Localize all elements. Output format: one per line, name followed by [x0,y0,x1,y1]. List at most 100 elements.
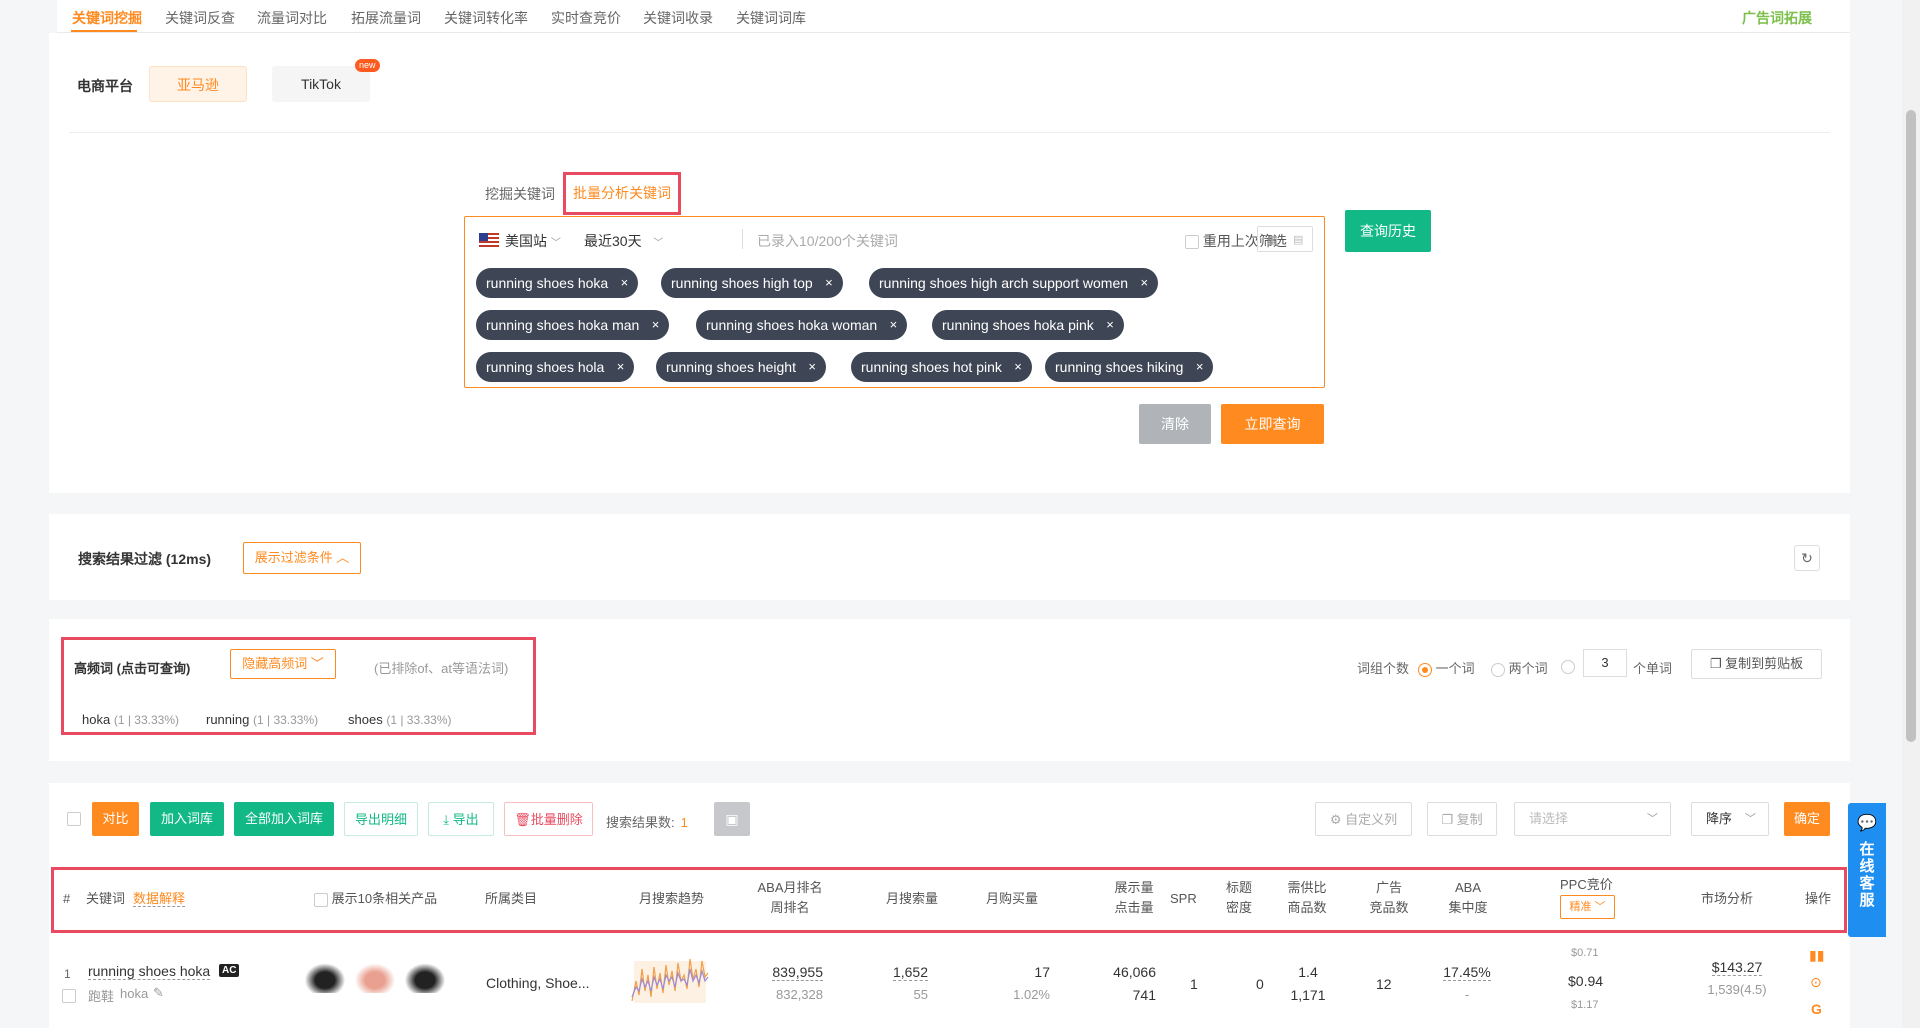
radio-icon[interactable] [1491,662,1505,677]
submit-query-button[interactable]: 立即查询 [1221,404,1324,444]
high-freq-word[interactable]: hoka (1 | 33.33%) [82,712,179,727]
col-title-density[interactable]: 标题 密度 [1226,878,1252,918]
keyword-tag: running shoes hoka woman × [696,310,908,340]
row-checkbox[interactable] [62,989,76,1003]
tab-keyword-mining[interactable]: 关键词挖掘 [72,8,142,28]
tab-expand-traffic[interactable]: 拓展流量词 [351,8,421,28]
keyword-link[interactable]: running shoes hoka [88,963,211,980]
export-button[interactable]: ⤓ 导出 [428,802,494,836]
copy-clipboard-button[interactable]: ❐ 复制到剪贴板 [1691,649,1822,679]
subtab-mine-keywords[interactable]: 挖掘关键词 [485,184,555,204]
export-detail-button[interactable]: 导出明细 [344,802,418,836]
high-freq-word[interactable]: shoes (1 | 33.33%) [348,712,451,727]
market-reviews: 1,539(4.5) [1707,982,1767,997]
col-ppc[interactable]: PPC竞价 [1560,875,1613,895]
list-view-icon[interactable]: ▤ [1293,233,1303,246]
custom-columns-button[interactable]: ⚙ 自定义列 [1315,802,1412,836]
tab-keyword-library[interactable]: 关键词词库 [736,8,806,28]
close-icon[interactable]: × [1106,310,1114,340]
add-library-button[interactable]: 加入词库 [150,802,224,836]
keyword-tag: running shoes hiking × [1045,352,1214,382]
show-filters-button[interactable]: 展示过滤条件 ︿ [243,542,361,574]
keyword-query-box[interactable]: 美国站 ﹀ 最近30天 ﹀ 已录入10/200个关键词 重用上次筛选 ▦ ▤ r… [464,216,1325,388]
col-ad-competitors[interactable]: 广告 竞品数 [1369,878,1409,918]
subtab-batch-analyze[interactable]: 批量分析关键词 [563,172,681,215]
grid-view-icon[interactable]: ▦ [1267,233,1277,246]
more-icon[interactable]: ⊙ [1810,974,1822,991]
tab-keyword-reverse[interactable]: 关键词反查 [165,8,235,28]
keyword-tag-label: running shoes high top [671,275,813,291]
keyword-tag-label: running shoes hoka woman [706,317,878,333]
checkbox-icon[interactable] [314,892,328,907]
col-impressions[interactable]: 展示量 点击量 [1112,878,1156,918]
period-select[interactable]: 最近30天 ﹀ [584,231,663,251]
batch-delete-button[interactable]: 🗑批量删除 [504,802,593,836]
compare-button[interactable]: 对比 [92,802,139,836]
ad-keyword-expand-link[interactable]: 广告词拓展 [1742,8,1812,28]
add-all-library-button[interactable]: 全部加入词库 [234,802,334,836]
aba-concentration-text: 17.45% [1443,964,1491,981]
refresh-icon[interactable]: ↻ [1794,545,1820,571]
data-explain-link[interactable]: 数据解释 [133,889,186,909]
product-thumbnail[interactable] [302,961,348,993]
close-icon[interactable]: × [825,268,833,298]
close-icon[interactable]: × [890,310,898,340]
close-icon[interactable]: × [617,352,625,382]
scrollbar-thumb[interactable] [1906,110,1916,742]
radio-icon[interactable] [1418,662,1432,677]
high-freq-word[interactable]: running (1 | 33.33%) [206,712,318,727]
sort-field-select[interactable]: 请选择 ﹀ [1514,802,1671,836]
col-supply-ratio[interactable]: 需供比 商品数 [1287,878,1327,918]
vertical-scrollbar[interactable] [1902,0,1920,1028]
edit-icon[interactable]: ✎ [153,985,164,1001]
new-badge: new [355,59,380,72]
site-select[interactable]: 美国站 ﹀ [505,231,561,251]
radio-icon[interactable] [1561,659,1575,674]
confirm-button[interactable]: 确定 [1784,802,1830,836]
close-icon[interactable]: × [652,310,660,340]
chart-icon[interactable]: ▮▮ [1809,947,1824,964]
n-word-radio[interactable] [1561,658,1575,674]
view-toggle[interactable]: ▦ ▤ [1257,226,1313,252]
site-value: 美国站 [505,233,547,249]
close-icon[interactable]: × [621,268,629,298]
close-icon[interactable]: × [1196,352,1204,382]
tab-conversion-rate[interactable]: 关键词转化率 [444,8,528,28]
ppc-mode-select[interactable]: 精准 ﹀ [1560,895,1615,919]
tab-realtime-bid[interactable]: 实时查竞价 [551,8,621,28]
ad-label: 广告 [1375,880,1402,895]
two-word-radio[interactable]: 两个词 [1491,658,1548,677]
concentration-label: 集中度 [1448,900,1488,915]
col-spr[interactable]: SPR [1170,889,1197,909]
custom-columns-label: 自定义列 [1345,812,1398,827]
sort-order-select[interactable]: 降序 ﹀ [1691,802,1769,836]
search-trend-sparkline[interactable] [628,951,712,1007]
google-icon[interactable]: G [1811,1001,1822,1017]
word-count-input[interactable]: 3 [1583,649,1627,677]
tab-traffic-compare[interactable]: 流量词对比 [257,8,327,28]
col-aba-rank[interactable]: ABA月排名 周排名 [757,878,823,918]
clear-button[interactable]: 清除 [1139,404,1211,444]
select-all-checkbox[interactable] [67,812,81,826]
close-icon[interactable]: × [1140,268,1148,298]
hide-high-freq-button[interactable]: 隐藏高频词 ﹀ [230,649,336,679]
col-aba-concentration[interactable]: ABA 集中度 [1448,878,1488,918]
close-icon[interactable]: × [1014,352,1022,382]
online-support-button[interactable]: 💬 在线客服 [1848,803,1886,937]
copy-button[interactable]: ❐ 复制 [1427,802,1497,836]
checkbox-icon[interactable] [1185,235,1199,250]
product-thumbnail[interactable] [402,961,448,993]
export-label: 导出 [452,812,479,827]
platform-amazon-button[interactable]: 亚马逊 [149,66,247,102]
tab-keyword-index[interactable]: 关键词收录 [643,8,713,28]
col-search-volume[interactable]: 月搜索量 [886,889,938,909]
product-thumbnail[interactable] [352,961,398,993]
one-word-radio[interactable]: 一个词 [1418,658,1475,677]
show-products-checkbox[interactable]: 展示10条相关产品 [314,889,437,909]
close-icon[interactable]: × [808,352,816,382]
query-history-button[interactable]: 查询历史 [1345,210,1431,252]
platform-tiktok-button[interactable]: TikTok [272,66,370,102]
col-keyword[interactable]: 关键词 [86,889,125,909]
calendar-icon[interactable]: ▣ [714,802,750,836]
col-purchase[interactable]: 月购买量 [986,889,1038,909]
